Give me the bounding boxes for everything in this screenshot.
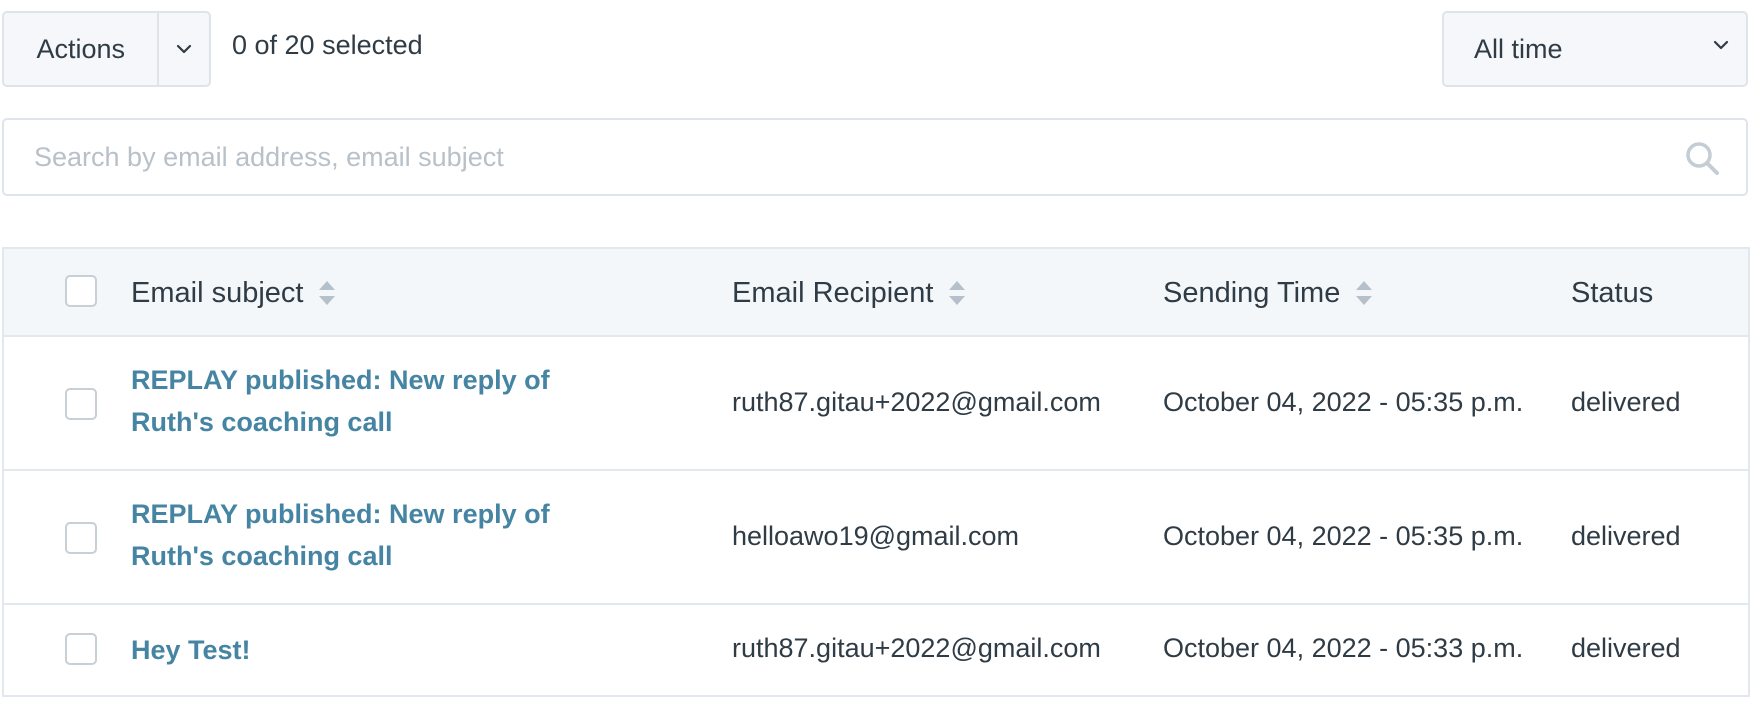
email-recipient: ruth87.gitau+2022@gmail.com: [732, 633, 1101, 663]
column-header-label: Sending Time: [1163, 276, 1341, 309]
search-box: [2, 118, 1748, 196]
sending-time: October 04, 2022 - 05:35 p.m.: [1163, 521, 1524, 551]
column-header-status: Status: [1571, 249, 1653, 337]
table-row: REPLAY published: New reply of Ruth's co…: [4, 337, 1748, 471]
status-text: delivered: [1571, 521, 1681, 551]
column-header-label: Email subject: [131, 276, 304, 309]
sending-time: October 04, 2022 - 05:33 p.m.: [1163, 633, 1524, 663]
column-header-email-recipient[interactable]: Email Recipient: [732, 249, 967, 337]
column-header-email-subject[interactable]: Email subject: [131, 249, 337, 337]
search-icon[interactable]: [1684, 140, 1720, 176]
selection-count: 0 of 20 selected: [232, 30, 423, 60]
table-row: Hey Test! ruth87.gitau+2022@gmail.com Oc…: [4, 605, 1748, 697]
actions-button-group: Actions: [2, 11, 211, 87]
chevron-down-icon: [177, 44, 192, 54]
chevron-down-icon: [1713, 40, 1729, 50]
sort-icon: [1356, 281, 1373, 305]
sort-icon: [949, 281, 966, 305]
search-input[interactable]: [4, 120, 1746, 194]
select-all-checkbox[interactable]: [65, 275, 97, 307]
table-header: Email subject Email Recipient Sending Ti…: [4, 249, 1748, 337]
email-recipient: helloawo19@gmail.com: [732, 521, 1020, 551]
email-log-table: Email subject Email Recipient Sending Ti…: [2, 247, 1750, 697]
email-subject-link[interactable]: REPLAY published: New reply of Ruth's co…: [131, 359, 611, 443]
table-row: REPLAY published: New reply of Ruth's co…: [4, 471, 1748, 605]
column-header-label: Status: [1571, 276, 1654, 309]
time-filter-select[interactable]: All time: [1442, 11, 1748, 87]
row-checkbox[interactable]: [65, 522, 97, 554]
actions-button[interactable]: Actions: [4, 13, 157, 85]
sending-time: October 04, 2022 - 05:35 p.m.: [1163, 387, 1524, 417]
status-text: delivered: [1571, 633, 1681, 663]
sort-icon: [319, 281, 336, 305]
column-header-sending-time[interactable]: Sending Time: [1163, 249, 1374, 337]
email-subject-link[interactable]: REPLAY published: New reply of Ruth's co…: [131, 493, 611, 577]
email-recipient: ruth87.gitau+2022@gmail.com: [732, 387, 1101, 417]
actions-label: Actions: [36, 33, 126, 64]
status-text: delivered: [1571, 387, 1681, 417]
row-checkbox[interactable]: [65, 633, 97, 665]
toolbar: Actions 0 of 20 selected All time: [0, 0, 1752, 100]
row-checkbox[interactable]: [65, 388, 97, 420]
actions-dropdown-toggle[interactable]: [157, 13, 209, 85]
column-header-label: Email Recipient: [732, 276, 934, 309]
email-subject-link[interactable]: Hey Test!: [131, 629, 611, 671]
time-filter-value: All time: [1474, 33, 1563, 64]
